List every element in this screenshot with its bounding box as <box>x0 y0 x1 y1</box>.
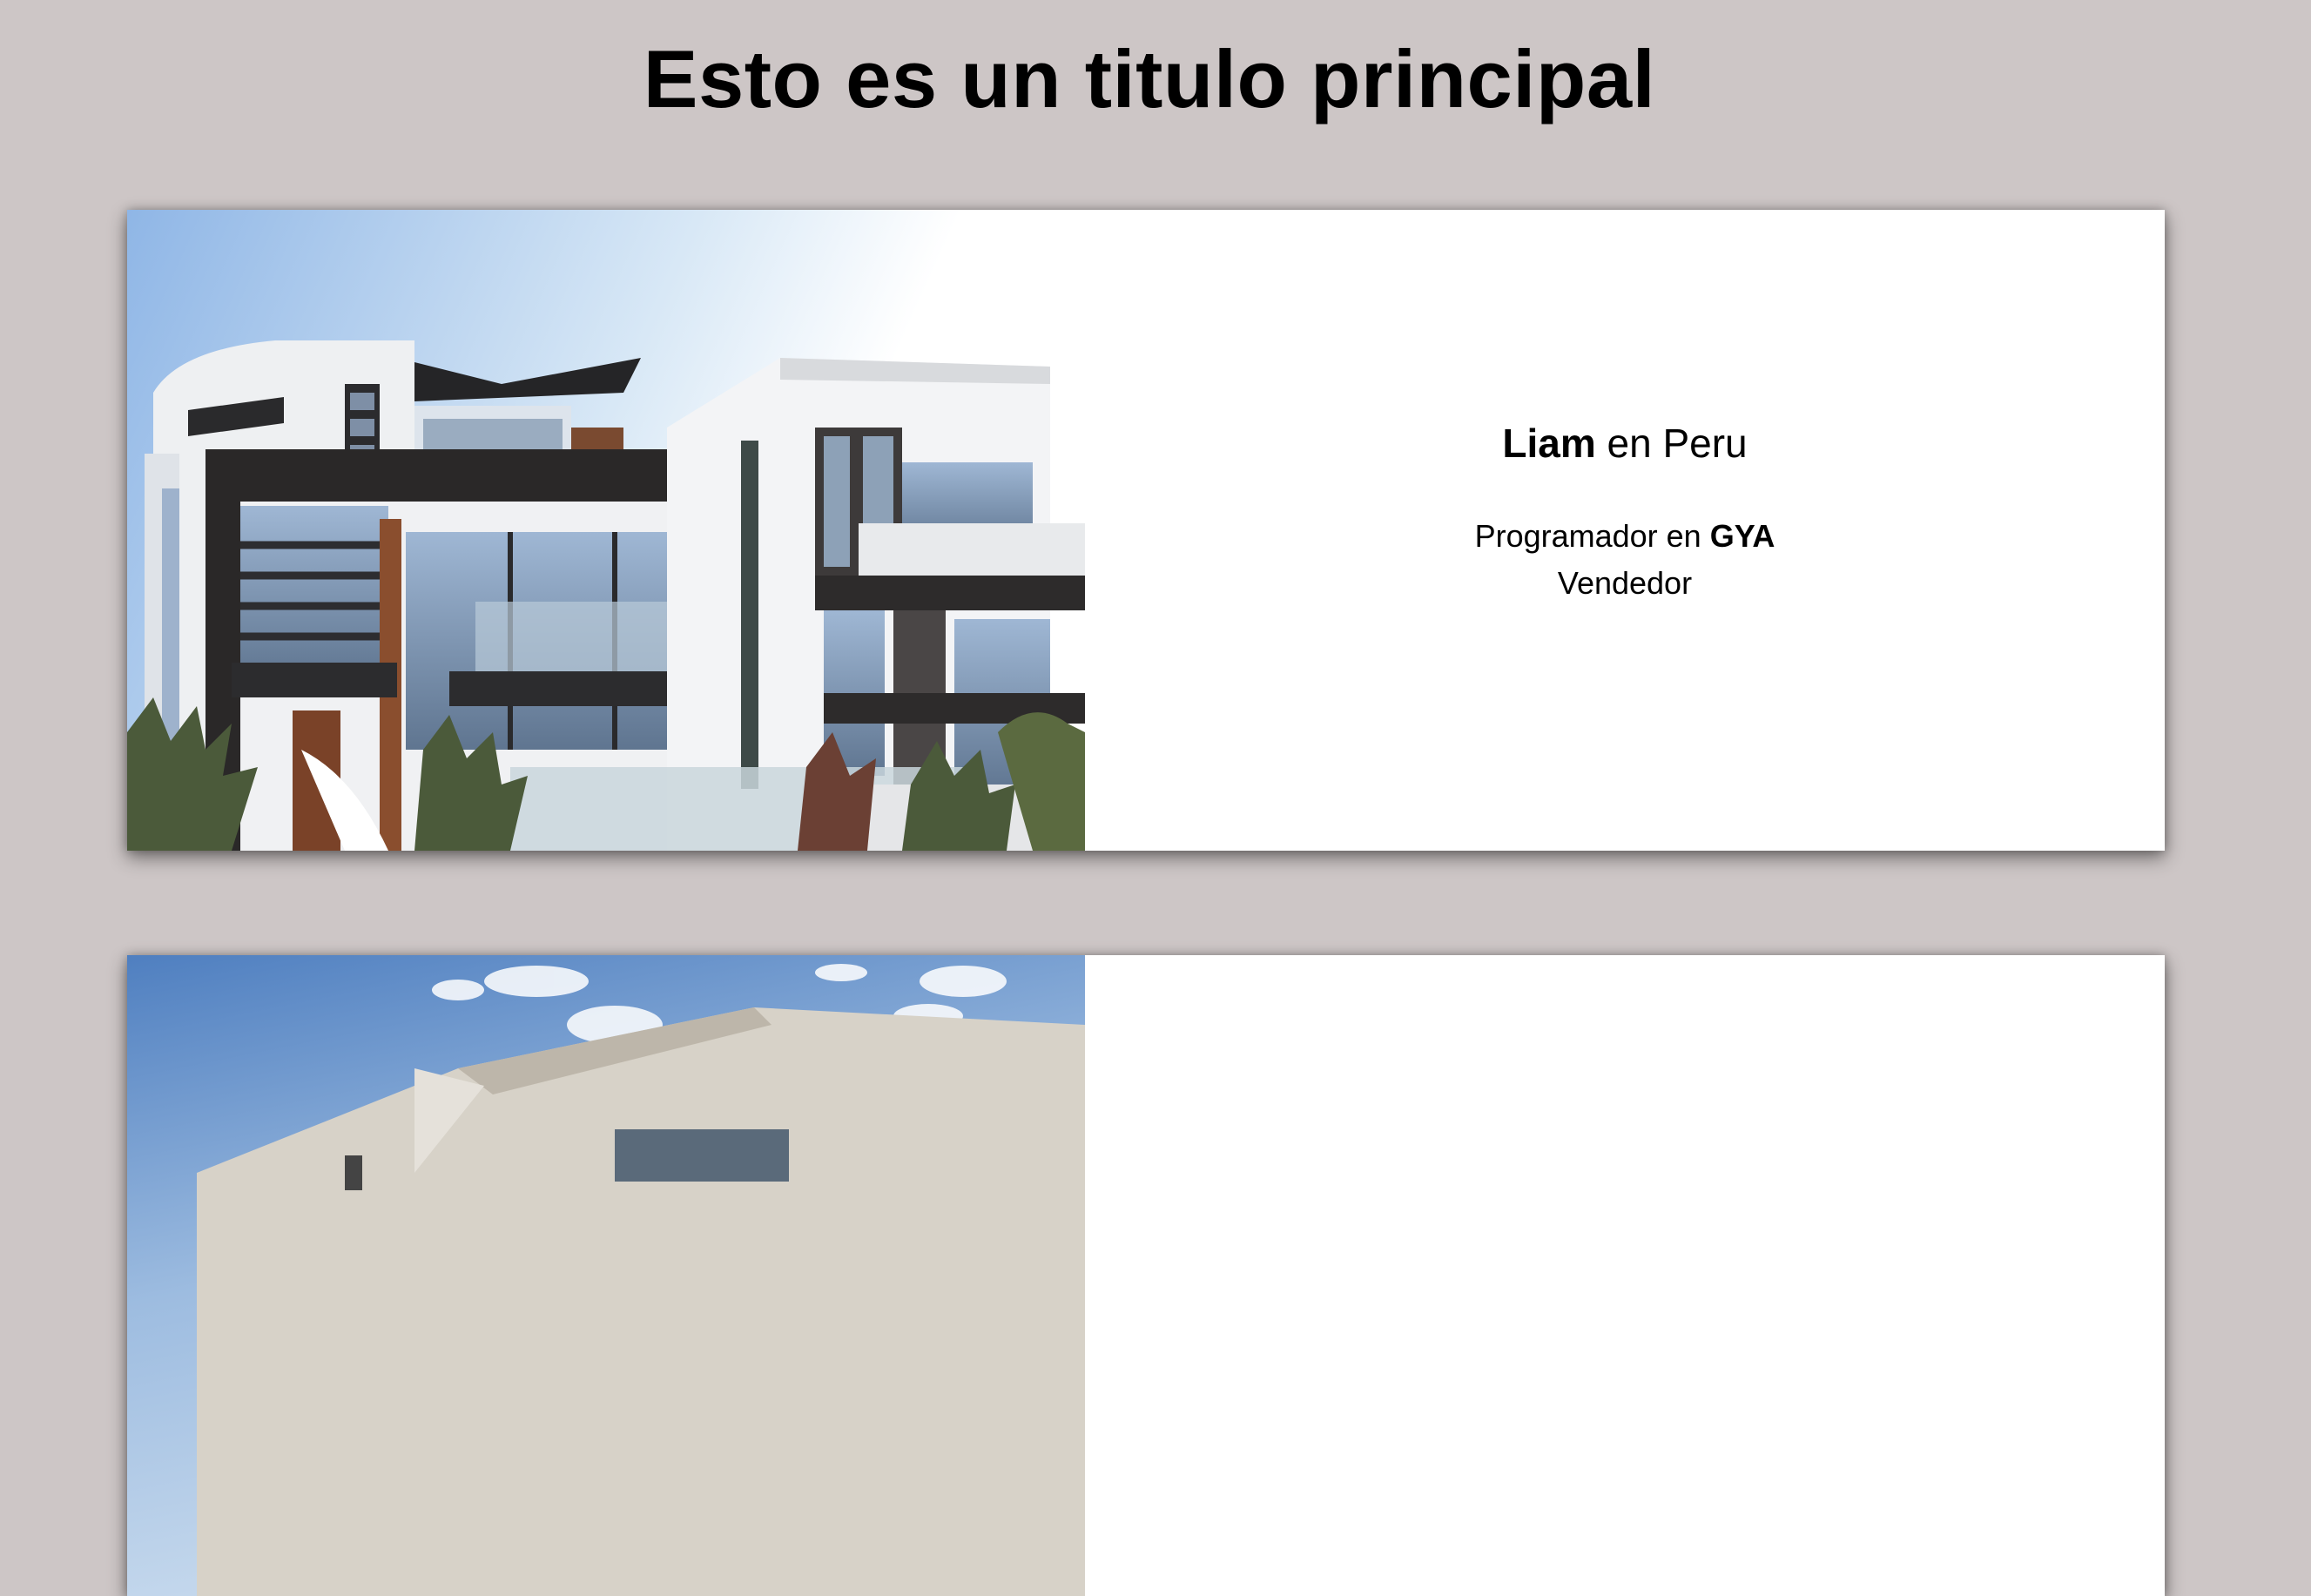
profile-company: GYA <box>1709 518 1775 554</box>
profile-name-line: Liam en Peru <box>1502 419 1747 468</box>
profile-card: Liam en Peru Programador en GYA Vendedor <box>127 210 2165 851</box>
profile-name: Liam <box>1502 421 1596 466</box>
profile-info <box>1085 955 2165 1596</box>
profile-role: Vendedor <box>1557 565 1693 601</box>
profile-location: en Peru <box>1595 421 1748 466</box>
page-title: Esto es un titulo principal <box>643 33 1656 125</box>
profile-job-prefix: Programador en <box>1474 518 1710 554</box>
profile-job-line: Programador en GYA <box>1475 513 1775 560</box>
house-photo <box>127 955 1085 1596</box>
house-photo <box>127 210 1085 851</box>
profile-info: Liam en Peru Programador en GYA Vendedor <box>1085 210 2165 851</box>
profile-card <box>127 955 2165 1596</box>
